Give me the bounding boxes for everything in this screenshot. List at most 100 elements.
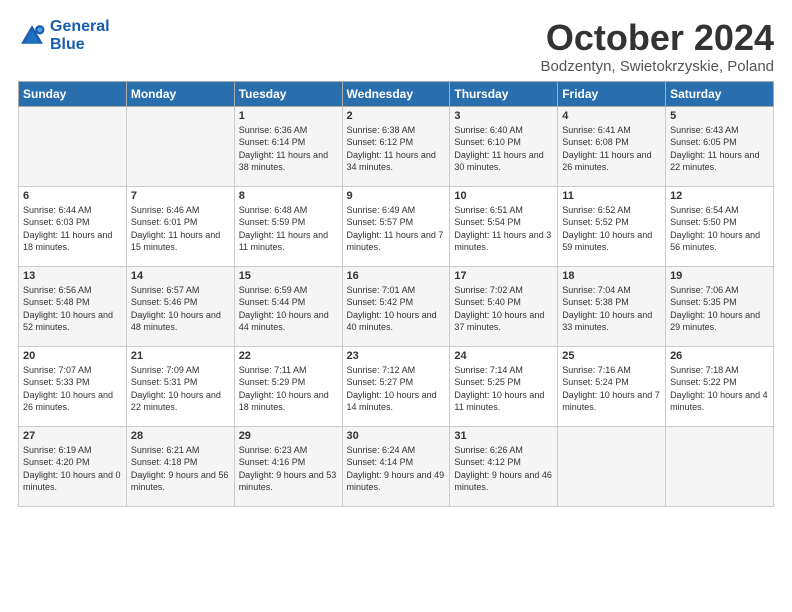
page: General Blue October 2024 Bodzentyn, Swi… xyxy=(0,0,792,517)
calendar-cell xyxy=(126,106,234,186)
day-number: 16 xyxy=(347,270,446,282)
calendar-cell: 7Sunrise: 6:46 AM Sunset: 6:01 PM Daylig… xyxy=(126,186,234,266)
day-number: 22 xyxy=(239,350,338,362)
day-info: Sunrise: 7:07 AM Sunset: 5:33 PM Dayligh… xyxy=(23,364,122,414)
day-number: 21 xyxy=(131,350,230,362)
day-info: Sunrise: 6:59 AM Sunset: 5:44 PM Dayligh… xyxy=(239,284,338,334)
day-number: 12 xyxy=(670,190,769,202)
calendar-week-row: 20 Sunrise: 7:07 AM Sunset: 5:33 PM Dayli… xyxy=(19,346,774,426)
calendar-cell xyxy=(666,426,774,506)
day-info: Sunrise: 7:16 AM Sunset: 5:24 PM Dayligh… xyxy=(562,364,661,414)
calendar-cell: 4 Sunrise: 6:41 AM Sunset: 6:08 PM Daylig… xyxy=(558,106,666,186)
day-info: Sunrise: 6:41 AM Sunset: 6:08 PM Dayligh… xyxy=(562,124,661,174)
day-number: 15 xyxy=(239,270,338,282)
day-info: Sunrise: 6:38 AM Sunset: 6:12 PM Dayligh… xyxy=(347,124,446,174)
day-number: 29 xyxy=(239,430,338,442)
day-info: Sunrise: 6:36 AM Sunset: 6:14 PM Dayligh… xyxy=(239,124,338,174)
day-info: Sunrise: 6:26 AM Sunset: 4:12 PM Dayligh… xyxy=(454,444,553,494)
weekday-header: Sunday xyxy=(19,81,127,106)
logo: General Blue xyxy=(18,18,110,53)
calendar-cell: 5 Sunrise: 6:43 AM Sunset: 6:05 PM Daylig… xyxy=(666,106,774,186)
day-number: 4 xyxy=(562,110,661,122)
month-title: October 2024 xyxy=(541,18,774,58)
day-info: Sunrise: 7:18 AM Sunset: 5:22 PM Dayligh… xyxy=(670,364,769,414)
calendar-cell: 3Sunrise: 6:40 AM Sunset: 6:10 PM Daylig… xyxy=(450,106,558,186)
day-number: 6 xyxy=(23,190,122,202)
calendar-week-row: 6 Sunrise: 6:44 AM Sunset: 6:03 PM Daylig… xyxy=(19,186,774,266)
day-number: 25 xyxy=(562,350,661,362)
calendar-cell: 8 Sunrise: 6:48 AM Sunset: 5:59 PM Daylig… xyxy=(234,186,342,266)
day-number: 27 xyxy=(23,430,122,442)
header: General Blue October 2024 Bodzentyn, Swi… xyxy=(18,18,774,75)
day-number: 20 xyxy=(23,350,122,362)
day-info: Sunrise: 6:57 AM Sunset: 5:46 PM Dayligh… xyxy=(131,284,230,334)
weekday-header: Tuesday xyxy=(234,81,342,106)
calendar-cell: 2 Sunrise: 6:38 AM Sunset: 6:12 PM Daylig… xyxy=(342,106,450,186)
calendar-cell: 24 Sunrise: 7:14 AM Sunset: 5:25 PM Dayli… xyxy=(450,346,558,426)
day-info: Sunrise: 7:02 AM Sunset: 5:40 PM Dayligh… xyxy=(454,284,553,334)
calendar-cell: 20 Sunrise: 7:07 AM Sunset: 5:33 PM Dayli… xyxy=(19,346,127,426)
day-number: 1 xyxy=(239,110,338,122)
day-info: Sunrise: 6:44 AM Sunset: 6:03 PM Dayligh… xyxy=(23,204,122,254)
calendar-week-row: 27Sunrise: 6:19 AM Sunset: 4:20 PM Dayli… xyxy=(19,426,774,506)
day-number: 30 xyxy=(347,430,446,442)
day-info: Sunrise: 7:12 AM Sunset: 5:27 PM Dayligh… xyxy=(347,364,446,414)
calendar-cell: 11Sunrise: 6:52 AM Sunset: 5:52 PM Dayli… xyxy=(558,186,666,266)
weekday-header: Thursday xyxy=(450,81,558,106)
day-number: 19 xyxy=(670,270,769,282)
weekday-header: Wednesday xyxy=(342,81,450,106)
day-number: 17 xyxy=(454,270,553,282)
day-number: 24 xyxy=(454,350,553,362)
day-number: 7 xyxy=(131,190,230,202)
day-number: 28 xyxy=(131,430,230,442)
calendar-cell xyxy=(558,426,666,506)
day-info: Sunrise: 7:06 AM Sunset: 5:35 PM Dayligh… xyxy=(670,284,769,334)
calendar-week-row: 1 Sunrise: 6:36 AM Sunset: 6:14 PM Daylig… xyxy=(19,106,774,186)
day-info: Sunrise: 6:56 AM Sunset: 5:48 PM Dayligh… xyxy=(23,284,122,334)
day-info: Sunrise: 7:14 AM Sunset: 5:25 PM Dayligh… xyxy=(454,364,553,414)
day-info: Sunrise: 6:54 AM Sunset: 5:50 PM Dayligh… xyxy=(670,204,769,254)
calendar-cell: 13 Sunrise: 6:56 AM Sunset: 5:48 PM Dayli… xyxy=(19,266,127,346)
day-number: 2 xyxy=(347,110,446,122)
calendar-week-row: 13 Sunrise: 6:56 AM Sunset: 5:48 PM Dayli… xyxy=(19,266,774,346)
day-number: 13 xyxy=(23,270,122,282)
calendar-cell: 16 Sunrise: 7:01 AM Sunset: 5:42 PM Dayli… xyxy=(342,266,450,346)
calendar-cell: 15 Sunrise: 6:59 AM Sunset: 5:44 PM Dayli… xyxy=(234,266,342,346)
calendar-cell: 17 Sunrise: 7:02 AM Sunset: 5:40 PM Dayli… xyxy=(450,266,558,346)
calendar-cell: 10Sunrise: 6:51 AM Sunset: 5:54 PM Dayli… xyxy=(450,186,558,266)
day-info: Sunrise: 6:23 AM Sunset: 4:16 PM Dayligh… xyxy=(239,444,338,494)
day-number: 5 xyxy=(670,110,769,122)
day-info: Sunrise: 7:01 AM Sunset: 5:42 PM Dayligh… xyxy=(347,284,446,334)
day-number: 14 xyxy=(131,270,230,282)
day-info: Sunrise: 6:48 AM Sunset: 5:59 PM Dayligh… xyxy=(239,204,338,254)
day-info: Sunrise: 6:51 AM Sunset: 5:54 PM Dayligh… xyxy=(454,204,553,254)
day-number: 26 xyxy=(670,350,769,362)
logo-icon xyxy=(18,22,46,50)
logo-text: General Blue xyxy=(50,18,110,53)
day-info: Sunrise: 6:49 AM Sunset: 5:57 PM Dayligh… xyxy=(347,204,446,254)
day-number: 18 xyxy=(562,270,661,282)
calendar-cell: 6 Sunrise: 6:44 AM Sunset: 6:03 PM Daylig… xyxy=(19,186,127,266)
calendar-cell: 23 Sunrise: 7:12 AM Sunset: 5:27 PM Dayli… xyxy=(342,346,450,426)
day-number: 11 xyxy=(562,190,661,202)
day-info: Sunrise: 7:04 AM Sunset: 5:38 PM Dayligh… xyxy=(562,284,661,334)
calendar-cell: 14 Sunrise: 6:57 AM Sunset: 5:46 PM Dayli… xyxy=(126,266,234,346)
calendar-cell: 29 Sunrise: 6:23 AM Sunset: 4:16 PM Dayli… xyxy=(234,426,342,506)
calendar-cell: 31 Sunrise: 6:26 AM Sunset: 4:12 PM Dayli… xyxy=(450,426,558,506)
day-info: Sunrise: 6:43 AM Sunset: 6:05 PM Dayligh… xyxy=(670,124,769,174)
day-info: Sunrise: 6:24 AM Sunset: 4:14 PM Dayligh… xyxy=(347,444,446,494)
location-subtitle: Bodzentyn, Swietokrzyskie, Poland xyxy=(541,58,774,75)
day-number: 23 xyxy=(347,350,446,362)
weekday-header: Friday xyxy=(558,81,666,106)
calendar-cell: 12 Sunrise: 6:54 AM Sunset: 5:50 PM Dayli… xyxy=(666,186,774,266)
calendar-cell xyxy=(19,106,127,186)
calendar-table: SundayMondayTuesdayWednesdayThursdayFrid… xyxy=(18,81,774,507)
day-info: Sunrise: 7:09 AM Sunset: 5:31 PM Dayligh… xyxy=(131,364,230,414)
calendar-cell: 26 Sunrise: 7:18 AM Sunset: 5:22 PM Dayli… xyxy=(666,346,774,426)
day-number: 31 xyxy=(454,430,553,442)
calendar-cell: 18 Sunrise: 7:04 AM Sunset: 5:38 PM Dayli… xyxy=(558,266,666,346)
day-number: 8 xyxy=(239,190,338,202)
calendar-cell: 21 Sunrise: 7:09 AM Sunset: 5:31 PM Dayli… xyxy=(126,346,234,426)
weekday-header: Saturday xyxy=(666,81,774,106)
calendar-cell: 1 Sunrise: 6:36 AM Sunset: 6:14 PM Daylig… xyxy=(234,106,342,186)
